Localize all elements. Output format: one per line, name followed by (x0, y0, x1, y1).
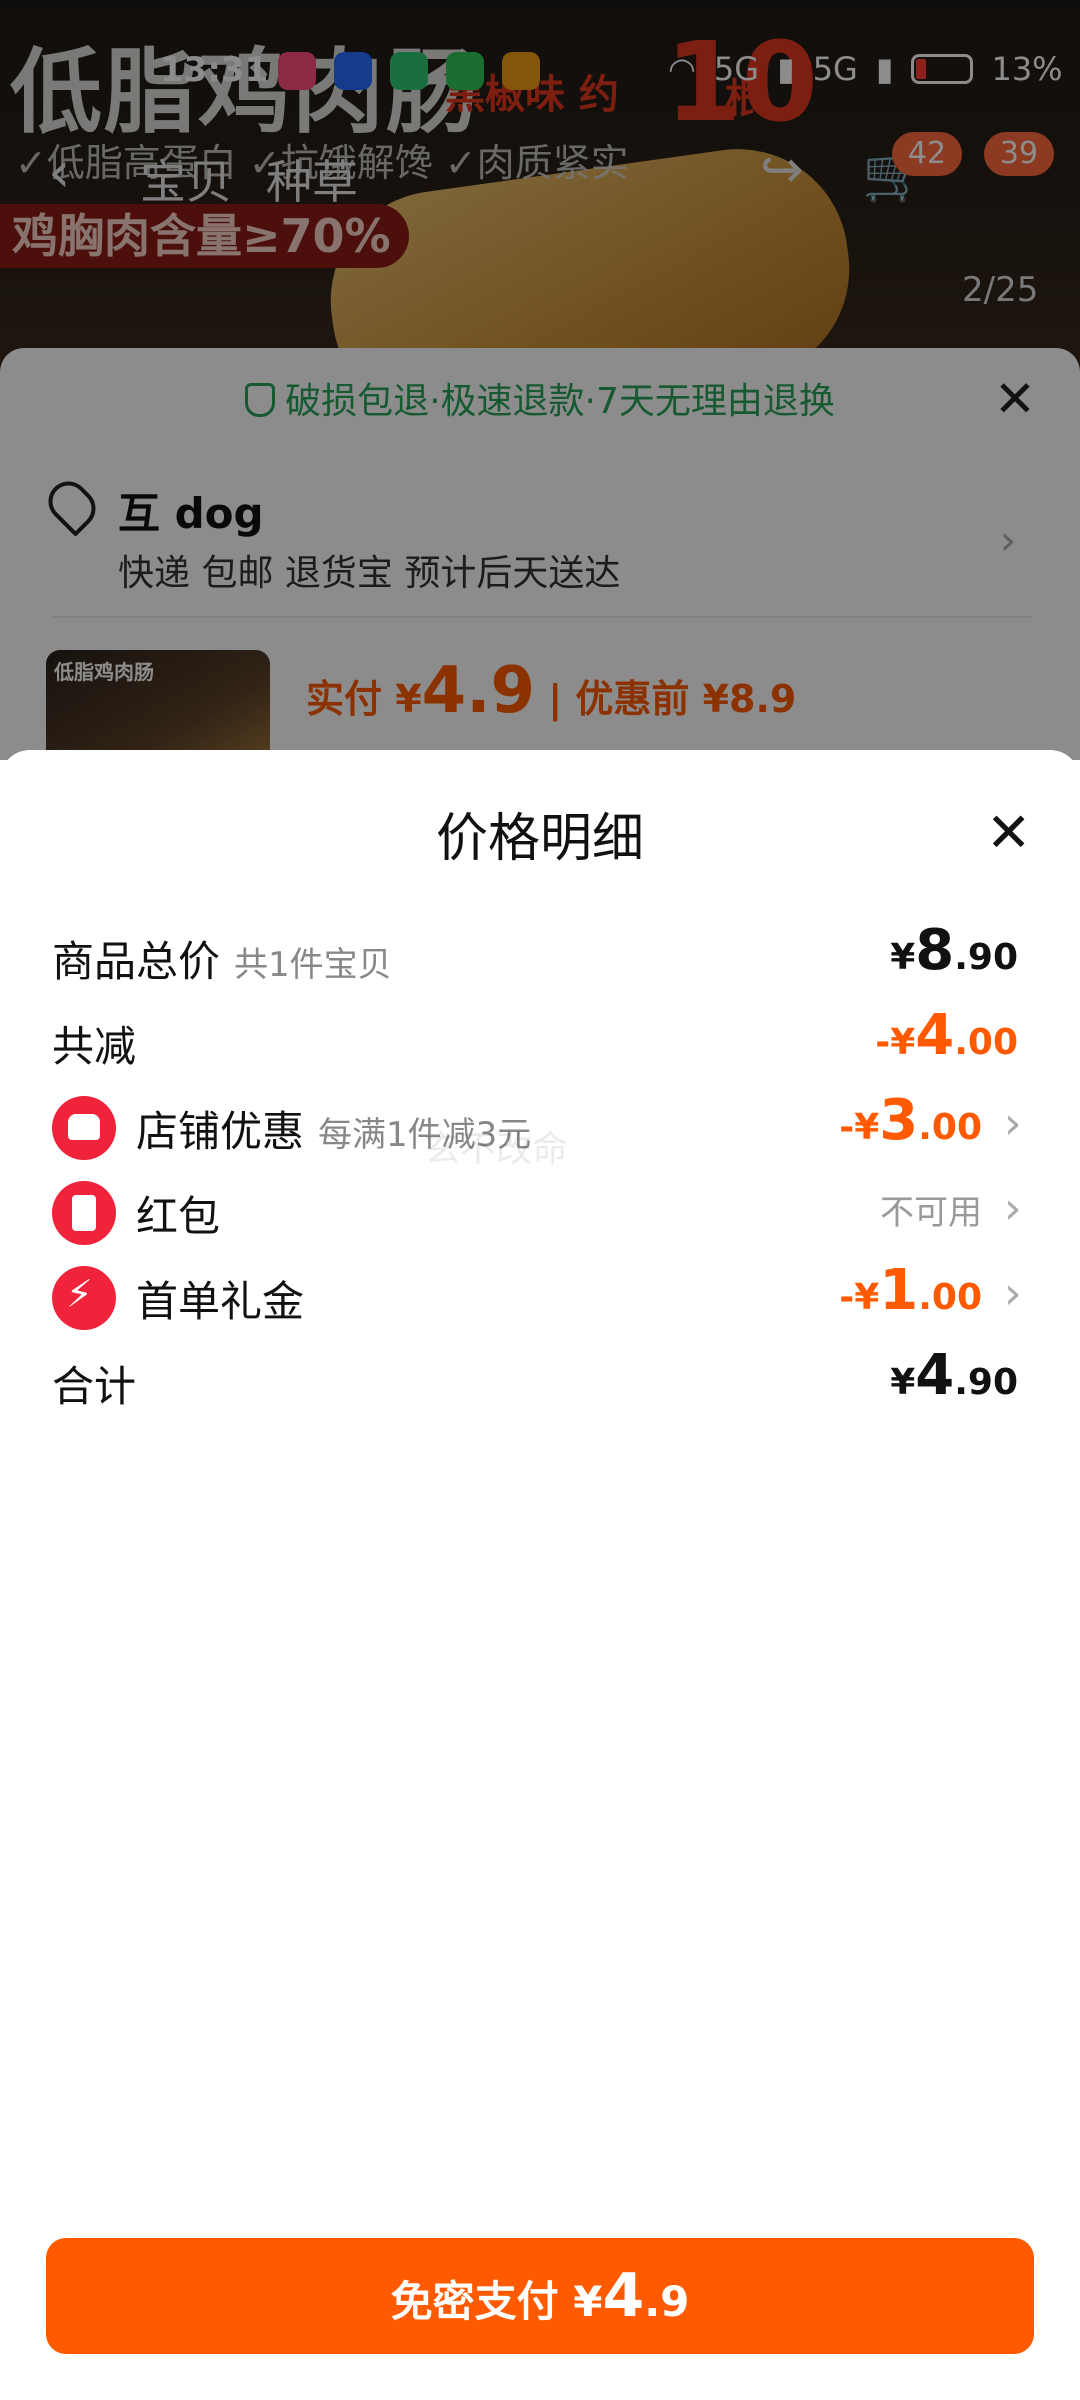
amount-int: 4 (915, 1343, 955, 1408)
pay-button-dec: .9 (644, 2277, 690, 2326)
currency: ¥ (890, 1362, 916, 1403)
watermark: 玄不改命 (424, 1129, 569, 1170)
sheet-title: 价格明细 (435, 809, 644, 869)
close-icon[interactable]: ✕ (986, 806, 1031, 860)
currency: -¥ (839, 1277, 880, 1318)
first-order-gift-label: 首单礼金 (136, 1277, 305, 1326)
shop-discount-amount: -¥3.00 (839, 1088, 982, 1153)
first-order-gift-amount: -¥1.00 (839, 1258, 982, 1323)
shop-icon (52, 1096, 116, 1160)
amount-dec: .90 (954, 937, 1018, 978)
amount-dec: .00 (918, 1277, 982, 1318)
pay-button-label: 免密支付 ¥ (390, 2277, 603, 2326)
red-packet-status: 不可用 (880, 1193, 982, 1233)
total-price-amount: ¥8.90 (890, 918, 1018, 983)
grand-total-amount: ¥4.90 (890, 1343, 1018, 1408)
modal-backdrop[interactable] (0, 0, 1080, 760)
amount-int: 8 (915, 918, 955, 983)
password-free-pay-button[interactable]: 免密支付 ¥4.9 (46, 2238, 1034, 2354)
chevron-right-icon: › (1004, 1183, 1022, 1234)
pay-button-int: 4 (602, 2261, 645, 2331)
row-grand-total: 合计 ¥4.90 (0, 1325, 1080, 1435)
currency: ¥ (890, 937, 916, 978)
amount-int: 1 (879, 1258, 919, 1323)
lightning-icon (52, 1266, 116, 1330)
row-label: 商品总价 共1件宝贝 (52, 928, 392, 989)
price-detail-sheet: 价格明细 ✕ 商品总价 共1件宝贝 ¥8.90 共减 -¥4.00 店铺优惠 每满1… (0, 750, 1080, 2400)
amount-dec: .90 (954, 1362, 1018, 1403)
amount-int: 4 (915, 1003, 955, 1068)
amount-dec: .00 (954, 1022, 1018, 1063)
total-price-label: 商品总价 (52, 937, 221, 986)
chevron-right-icon: › (1004, 1268, 1022, 1319)
total-discount-label: 共减 (52, 1022, 137, 1071)
total-discount-amount: -¥4.00 (875, 1003, 1018, 1068)
chevron-right-icon: › (1004, 1098, 1022, 1149)
currency: -¥ (839, 1107, 880, 1148)
currency: -¥ (875, 1022, 916, 1063)
amount-int: 3 (879, 1088, 919, 1153)
red-packet-icon (52, 1181, 116, 1245)
item-count: 共1件宝贝 (234, 945, 392, 985)
shop-discount-label: 店铺优惠 (136, 1107, 305, 1156)
red-packet-label: 红包 (136, 1192, 221, 1241)
grand-total-label: 合计 (52, 1362, 137, 1411)
amount-dec: .00 (918, 1107, 982, 1148)
